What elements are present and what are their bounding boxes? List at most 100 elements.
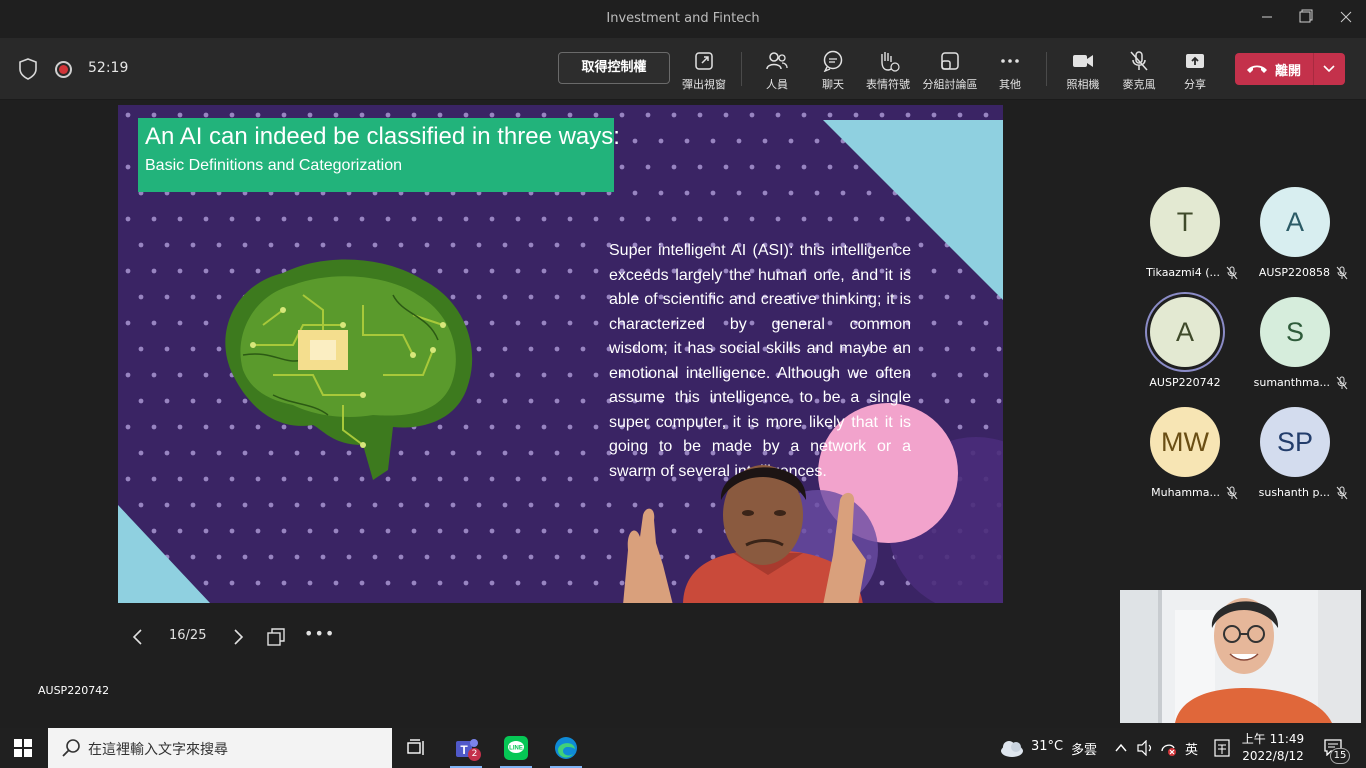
slide-subtitle: Basic Definitions and Categorization <box>145 157 403 174</box>
participant-name: Muhamma... <box>1151 486 1220 499</box>
recording-icon <box>55 61 72 78</box>
line-app-icon: LINE <box>504 736 528 760</box>
participant-tile[interactable]: S sumanthma... <box>1240 297 1350 407</box>
search-placeholder: 在這裡輸入文字來搜尋 <box>88 742 228 758</box>
mic-off-icon <box>1130 51 1148 71</box>
leave-button[interactable]: 離開 <box>1235 53 1345 85</box>
chat-icon <box>823 50 843 72</box>
task-view-icon <box>407 739 424 755</box>
participant-tile[interactable]: A AUSP220742 <box>1130 297 1240 407</box>
more-label: 其他 <box>999 78 1021 91</box>
avatar: SP <box>1260 407 1330 477</box>
teams-badge: 2 <box>468 748 481 761</box>
avatar: MW <box>1150 407 1220 477</box>
slide-header: An AI can indeed be classified in three … <box>138 118 620 192</box>
hand-emoji-icon <box>881 52 900 72</box>
task-view-button[interactable] <box>392 728 440 768</box>
edge-browser-icon <box>555 737 577 759</box>
mic-button[interactable]: 麥克風 <box>1109 50 1169 92</box>
more-actions-button[interactable]: 其他 <box>980 50 1040 92</box>
presenter-name: AUSP220742 <box>38 684 110 697</box>
chevron-left-icon[interactable] <box>130 628 146 646</box>
popout-label: 彈出視窗 <box>682 78 726 91</box>
avatar: S <box>1260 297 1330 367</box>
reactions-button[interactable]: 表情符號 <box>858 50 918 92</box>
window-title: Investment and Fintech <box>606 11 760 26</box>
presenter-video <box>623 465 866 603</box>
chat-label: 聊天 <box>822 78 844 91</box>
mic-off-icon <box>1336 266 1348 280</box>
participant-name: AUSP220858 <box>1258 266 1330 279</box>
slide-navigation: 16/25 ••• <box>118 620 418 654</box>
taskbar-clock[interactable]: 上午 11:49 2022/8/12 <box>1240 731 1306 765</box>
taskbar-search[interactable]: 在這裡輸入文字來搜尋 <box>48 728 392 768</box>
meeting-stage: An AI can indeed be classified in three … <box>0 100 1366 728</box>
teams-taskbar-button[interactable]: T 2 <box>442 728 490 768</box>
maximize-icon[interactable] <box>1295 8 1317 30</box>
people-icon <box>766 52 788 70</box>
mic-off-icon <box>1336 376 1348 390</box>
participant-tile[interactable]: A AUSP220858 <box>1240 187 1350 297</box>
breakout-icon <box>941 52 959 70</box>
edge-taskbar-button[interactable] <box>542 728 590 768</box>
network-icon[interactable] <box>1158 739 1178 757</box>
self-video-image <box>1120 590 1361 723</box>
title-bar: Investment and Fintech <box>0 0 1366 38</box>
more-icon <box>1001 59 1019 63</box>
search-icon <box>62 739 80 757</box>
camera-button[interactable]: 照相機 <box>1053 50 1113 92</box>
clock-time: 上午 11:49 <box>1241 732 1305 746</box>
self-video[interactable] <box>1120 590 1361 723</box>
mic-off-icon <box>1226 266 1238 280</box>
svg-text:LINE: LINE <box>509 746 523 752</box>
camera-icon <box>1073 55 1093 67</box>
chevron-right-icon[interactable] <box>230 628 246 646</box>
avatar: A <box>1260 187 1330 257</box>
popout-button[interactable]: 彈出視窗 <box>674 50 734 92</box>
avatar: T <box>1150 187 1220 257</box>
line-taskbar-button[interactable]: LINE <box>492 728 540 768</box>
toolbar-divider <box>1046 52 1047 86</box>
camera-label: 照相機 <box>1066 78 1100 91</box>
notification-count: 15 <box>1330 748 1350 764</box>
mic-off-icon <box>1336 486 1348 500</box>
popout-icon <box>695 52 713 70</box>
minimize-icon[interactable] <box>1256 8 1278 30</box>
chevron-down-icon[interactable] <box>1321 60 1337 76</box>
speaker-icon[interactable] <box>1136 740 1154 756</box>
toolbar-divider <box>741 52 742 86</box>
weather-condition[interactable]: 多雲 <box>1071 739 1097 758</box>
slide-more-icon[interactable]: ••• <box>304 624 335 643</box>
breakout-button[interactable]: 分組討論區 <box>920 50 980 92</box>
participant-tile[interactable]: MW Muhamma... <box>1130 407 1240 517</box>
people-button[interactable]: 人員 <box>747 50 807 92</box>
participant-name: sushanth p... <box>1258 486 1330 499</box>
slide-counter: 16/25 <box>169 628 207 643</box>
slide-title: An AI can indeed be classified in three … <box>145 123 620 150</box>
participant-name: AUSP220742 <box>1149 376 1221 389</box>
participant-name: sumanthma... <box>1253 376 1330 389</box>
shield-icon[interactable] <box>18 58 38 80</box>
take-control-button[interactable]: 取得控制權 <box>558 52 670 84</box>
share-button[interactable]: 分享 <box>1165 50 1225 92</box>
participant-tile[interactable]: SP sushanth p... <box>1240 407 1350 517</box>
ime-indicator[interactable]: 英 <box>1185 739 1198 758</box>
meeting-timer: 52:19 <box>88 60 129 76</box>
participant-tile[interactable]: T Tikaazmi4 (... <box>1130 187 1240 297</box>
mic-off-icon <box>1226 486 1238 500</box>
mic-label: 麥克風 <box>1122 78 1156 91</box>
avatar: A <box>1150 297 1220 367</box>
leave-label: 離開 <box>1275 64 1302 79</box>
clock-date: 2022/8/12 <box>1242 749 1304 763</box>
chevron-up-icon[interactable] <box>1114 742 1128 754</box>
slide-grid-icon[interactable] <box>266 627 286 647</box>
people-label: 人員 <box>766 78 788 91</box>
close-icon[interactable] <box>1335 8 1357 30</box>
breakout-label: 分組討論區 <box>922 78 978 91</box>
reactions-label: 表情符號 <box>866 78 910 91</box>
ime-mode-icon[interactable] <box>1213 739 1231 757</box>
windows-start-icon[interactable] <box>14 739 32 757</box>
chat-button[interactable]: 聊天 <box>803 50 863 92</box>
weather-temperature[interactable]: 31°C <box>1031 739 1063 754</box>
cloudy-weather-icon <box>1001 741 1023 757</box>
